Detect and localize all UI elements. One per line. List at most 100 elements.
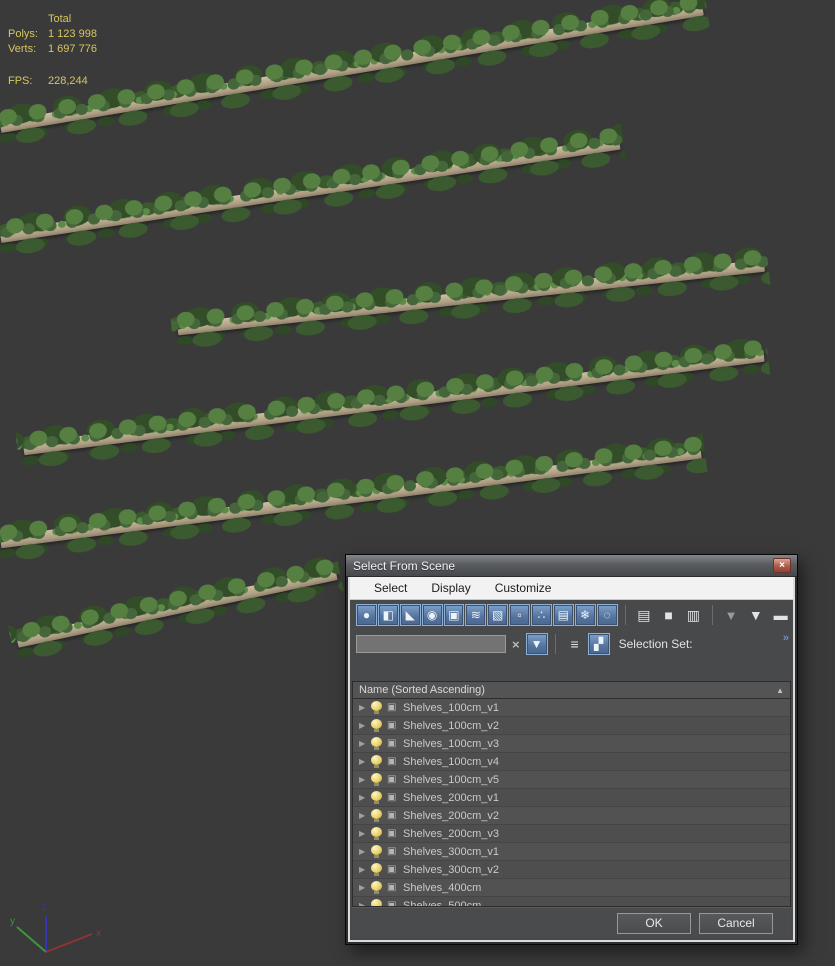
- dialog-search-row: × ▼ ≡ ▞ Selection Set: »: [350, 630, 793, 658]
- world-axis-tripod: z y x: [10, 902, 101, 953]
- group-icon: ▣: [387, 882, 397, 893]
- display-spacewarps-icon[interactable]: ≋: [465, 604, 487, 626]
- dialog-toolbar: ● ◧ ◣ ◉ ▣ ≋ ▧ ▫ ∴ ▤ ❄ ◌ ▤ ■ ▥ ▼ ▼ ▬: [350, 600, 793, 630]
- display-xrefs-icon[interactable]: ▫: [509, 604, 530, 626]
- list-item[interactable]: ▶ ▣ Shelves_100cm_v1: [353, 699, 790, 717]
- expand-arrow-icon[interactable]: ▶: [359, 793, 371, 802]
- viewport-stats-overlay: Total Polys: 1 123 998 Verts: 1 697 776 FP…: [8, 12, 97, 89]
- object-name: Shelves_100cm_v4: [403, 755, 500, 768]
- stats-verts-label: Verts:: [8, 43, 37, 55]
- expand-arrow-icon[interactable]: ▶: [359, 811, 371, 820]
- list-item[interactable]: ▶ ▣ Shelves_300cm_v2: [353, 861, 790, 879]
- list-item[interactable]: ▶ ▣ Shelves_200cm_v1: [353, 789, 790, 807]
- display-blank-view-icon[interactable]: ■: [658, 604, 679, 626]
- list-column-header[interactable]: Name (Sorted Ascending) ▲: [353, 682, 790, 699]
- expand-arrow-icon[interactable]: ▶: [359, 775, 371, 784]
- list-item[interactable]: ▶ ▣ Shelves_200cm_v2: [353, 807, 790, 825]
- object-name: Shelves_500cm: [403, 899, 482, 907]
- menu-select[interactable]: Select: [362, 578, 419, 598]
- more-chevron-icon[interactable]: »: [783, 632, 789, 644]
- lightbulb-icon: [371, 719, 382, 732]
- scene-object-list: Name (Sorted Ascending) ▲ ▶ ▣ Shelves_10…: [352, 681, 791, 907]
- list-item[interactable]: ▶ ▣ Shelves_100cm_v5: [353, 771, 790, 789]
- shelf-3d-object[interactable]: [6, 547, 347, 673]
- object-name: Shelves_300cm_v2: [403, 863, 500, 876]
- dialog-menubar: Select Display Customize: [350, 577, 793, 600]
- y-axis-line: [16, 926, 47, 953]
- filter-funnel-icon[interactable]: ▼: [721, 604, 742, 626]
- list-item[interactable]: ▶ ▣ Shelves_400cm: [353, 879, 790, 897]
- menu-customize[interactable]: Customize: [483, 578, 564, 598]
- display-outline-view-icon[interactable]: ▥: [683, 604, 704, 626]
- list-item[interactable]: ▶ ▣ Shelves_500cm: [353, 897, 790, 907]
- select-from-scene-dialog: Select From Scene × Select Display Customi…: [345, 554, 798, 945]
- object-name: Shelves_200cm_v1: [403, 791, 500, 804]
- clear-search-icon[interactable]: ×: [512, 637, 520, 652]
- display-lights-icon[interactable]: ◣: [399, 604, 421, 626]
- layers-icon[interactable]: ≡: [564, 633, 586, 655]
- display-groups-icon[interactable]: ▧: [487, 604, 509, 626]
- display-cameras-icon[interactable]: ◉: [421, 604, 443, 626]
- display-children-list-icon[interactable]: ▤: [633, 604, 654, 626]
- group-icon: ▣: [387, 810, 397, 821]
- list-item[interactable]: ▶ ▣ Shelves_200cm_v3: [353, 825, 790, 843]
- group-icon: ▣: [387, 702, 397, 713]
- menu-display[interactable]: Display: [419, 578, 482, 598]
- group-icon: ▣: [387, 738, 397, 749]
- display-helpers-icon[interactable]: ▣: [443, 604, 465, 626]
- expand-arrow-icon[interactable]: ▶: [359, 739, 371, 748]
- object-name: Shelves_200cm_v2: [403, 809, 500, 822]
- stats-fps-value: 228,244: [48, 75, 88, 87]
- filter-config-icon[interactable]: ▼: [745, 604, 766, 626]
- dialog-button-bar: OK Cancel: [352, 907, 791, 938]
- select-range-icon[interactable]: ▬: [770, 604, 791, 626]
- lightbulb-icon: [371, 701, 382, 714]
- selection-set-label: Selection Set:: [618, 637, 693, 651]
- display-hidden-objects-icon[interactable]: ◌: [596, 604, 618, 626]
- display-frozen-objects-icon[interactable]: ❄: [574, 604, 596, 626]
- name-column-label: Name (Sorted Ascending): [359, 684, 485, 696]
- search-separator: [554, 634, 556, 654]
- dialog-titlebar[interactable]: Select From Scene ×: [346, 555, 797, 577]
- lightbulb-icon: [371, 863, 382, 876]
- cancel-button[interactable]: Cancel: [699, 912, 773, 934]
- lightbulb-icon: [371, 809, 382, 822]
- list-item[interactable]: ▶ ▣ Shelves_100cm_v3: [353, 735, 790, 753]
- stats-polys-label: Polys:: [8, 28, 38, 40]
- lightbulb-icon: [371, 827, 382, 840]
- display-shapes-icon[interactable]: ◧: [377, 604, 399, 626]
- object-name: Shelves_300cm_v1: [403, 845, 500, 858]
- display-geometry-icon[interactable]: ●: [356, 604, 377, 626]
- z-axis-label: z: [42, 902, 47, 913]
- object-name: Shelves_400cm: [403, 881, 482, 894]
- search-filter-icon[interactable]: ▼: [525, 633, 548, 655]
- display-containers-icon[interactable]: ▤: [552, 604, 574, 626]
- ok-button[interactable]: OK: [617, 912, 691, 934]
- display-bones-icon[interactable]: ∴: [531, 604, 552, 626]
- list-item[interactable]: ▶ ▣ Shelves_100cm_v4: [353, 753, 790, 771]
- search-input[interactable]: [356, 635, 506, 653]
- expand-arrow-icon[interactable]: ▶: [359, 829, 371, 838]
- dialog-client-area: Select Display Customize ● ◧ ◣ ◉ ▣ ≋ ▧ ▫ ∴ ▤ ❄ ◌ ▤ ■ ▥ …: [348, 577, 795, 942]
- dialog-title: Select From Scene: [353, 558, 456, 573]
- expand-arrow-icon[interactable]: ▶: [359, 757, 371, 766]
- expand-arrow-icon[interactable]: ▶: [359, 865, 371, 874]
- list-item[interactable]: ▶ ▣ Shelves_100cm_v2: [353, 717, 790, 735]
- expand-arrow-icon[interactable]: ▶: [359, 703, 371, 712]
- sort-ascending-icon: ▲: [776, 685, 784, 695]
- group-icon: ▣: [387, 864, 397, 875]
- group-icon: ▣: [387, 720, 397, 731]
- y-axis-label: y: [10, 916, 15, 927]
- expand-arrow-icon[interactable]: ▶: [359, 721, 371, 730]
- object-name: Shelves_100cm_v3: [403, 737, 500, 750]
- expand-arrow-icon[interactable]: ▶: [359, 883, 371, 892]
- expand-arrow-icon[interactable]: ▶: [359, 847, 371, 856]
- hierarchy-mode-icon[interactable]: ▞: [587, 633, 610, 655]
- list-item[interactable]: ▶ ▣ Shelves_300cm_v1: [353, 843, 790, 861]
- lightbulb-icon: [371, 881, 382, 894]
- object-name: Shelves_100cm_v1: [403, 701, 500, 714]
- group-icon: ▣: [387, 792, 397, 803]
- close-button[interactable]: ×: [773, 558, 791, 573]
- group-icon: ▣: [387, 756, 397, 767]
- toolbar-separator: [624, 605, 626, 625]
